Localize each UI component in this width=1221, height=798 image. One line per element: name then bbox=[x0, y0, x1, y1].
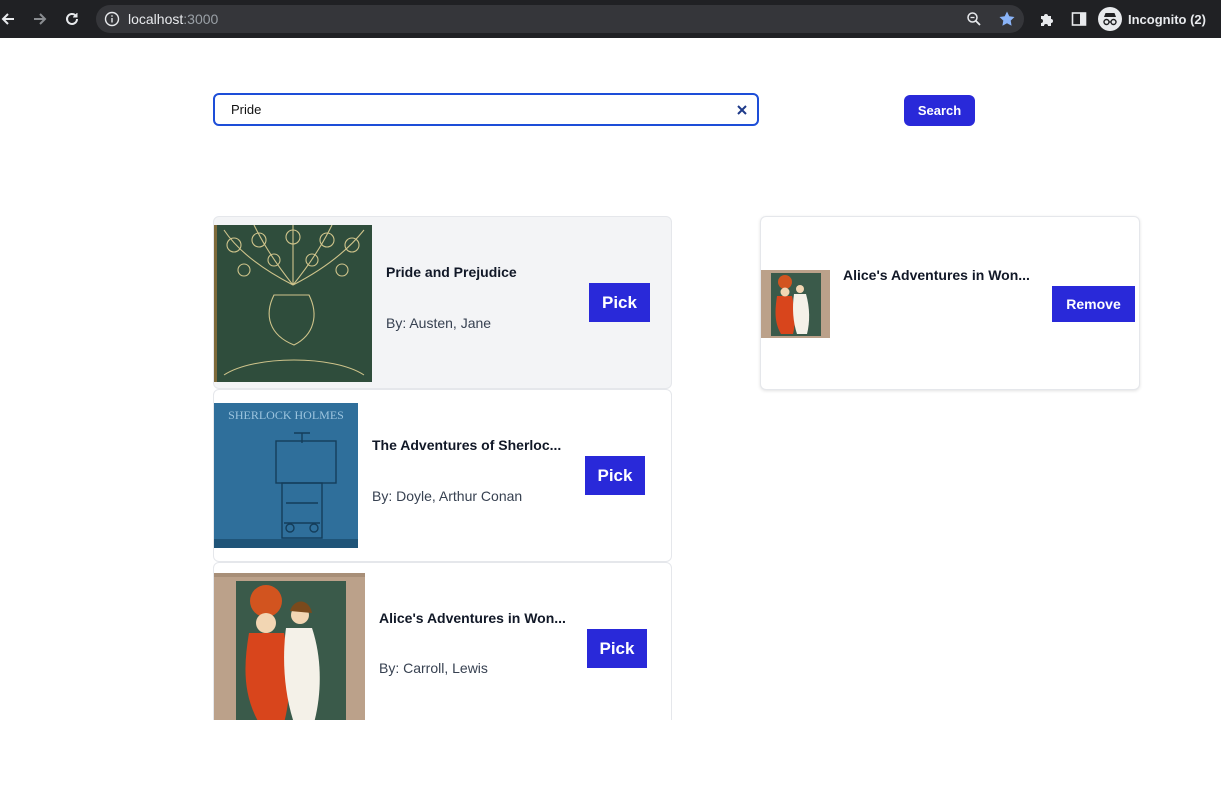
incognito-profile[interactable]: Incognito (2) bbox=[1098, 6, 1206, 32]
book-cover-image bbox=[214, 573, 365, 720]
book-author: By: Austen, Jane bbox=[386, 315, 492, 331]
book-cover-image bbox=[761, 270, 830, 338]
result-card: SHERLOCK HOLMES The Adventures of Sherlo… bbox=[213, 389, 672, 562]
search-button[interactable]: Search bbox=[904, 95, 975, 126]
search-input[interactable] bbox=[231, 95, 731, 124]
book-author: By: Doyle, Arthur Conan bbox=[372, 488, 523, 504]
book-title: Pride and Prejudice bbox=[386, 264, 517, 280]
extensions-puzzle-icon[interactable] bbox=[1035, 7, 1059, 31]
clear-icon[interactable] bbox=[735, 103, 749, 117]
book-title: The Adventures of Sherloc... bbox=[372, 437, 562, 453]
book-cover-image: SHERLOCK HOLMES bbox=[214, 403, 358, 548]
result-card: Alice's Adventures in Won... By: Carroll… bbox=[213, 562, 672, 720]
selected-books-panel: Alice's Adventures in Won... Remove bbox=[760, 216, 1140, 390]
browser-toolbar: localhost:3000 Incognito (2) bbox=[0, 0, 1221, 38]
info-icon[interactable] bbox=[104, 11, 120, 27]
selected-book-title: Alice's Adventures in Won... bbox=[843, 267, 1030, 283]
remove-button[interactable]: Remove bbox=[1052, 286, 1135, 322]
result-card: Pride and Prejudice By: Austen, Jane Pic… bbox=[213, 216, 672, 389]
pick-button[interactable]: Pick bbox=[587, 629, 647, 668]
book-author: By: Carroll, Lewis bbox=[379, 660, 488, 676]
side-panel-icon[interactable] bbox=[1067, 7, 1091, 31]
pick-button[interactable]: Pick bbox=[585, 456, 645, 495]
url-port: :3000 bbox=[183, 11, 219, 27]
back-arrow-icon[interactable] bbox=[0, 7, 20, 31]
url-host: localhost bbox=[128, 11, 184, 27]
book-title: Alice's Adventures in Won... bbox=[379, 610, 566, 626]
cover-title-text: SHERLOCK HOLMES bbox=[228, 408, 344, 422]
reload-icon[interactable] bbox=[60, 7, 84, 31]
pick-button[interactable]: Pick bbox=[589, 283, 650, 322]
url-text: localhost:3000 bbox=[128, 11, 218, 27]
address-bar[interactable]: localhost:3000 bbox=[96, 5, 1024, 33]
zoom-icon[interactable] bbox=[966, 11, 982, 27]
incognito-label: Incognito (2) bbox=[1128, 11, 1206, 27]
incognito-icon bbox=[1098, 7, 1122, 31]
results-list: Pride and Prejudice By: Austen, Jane Pic… bbox=[213, 216, 674, 720]
book-cover-image bbox=[214, 225, 372, 382]
bookmark-star-icon[interactable] bbox=[998, 10, 1016, 28]
search-field[interactable] bbox=[213, 93, 759, 126]
forward-arrow-icon[interactable] bbox=[28, 7, 52, 31]
